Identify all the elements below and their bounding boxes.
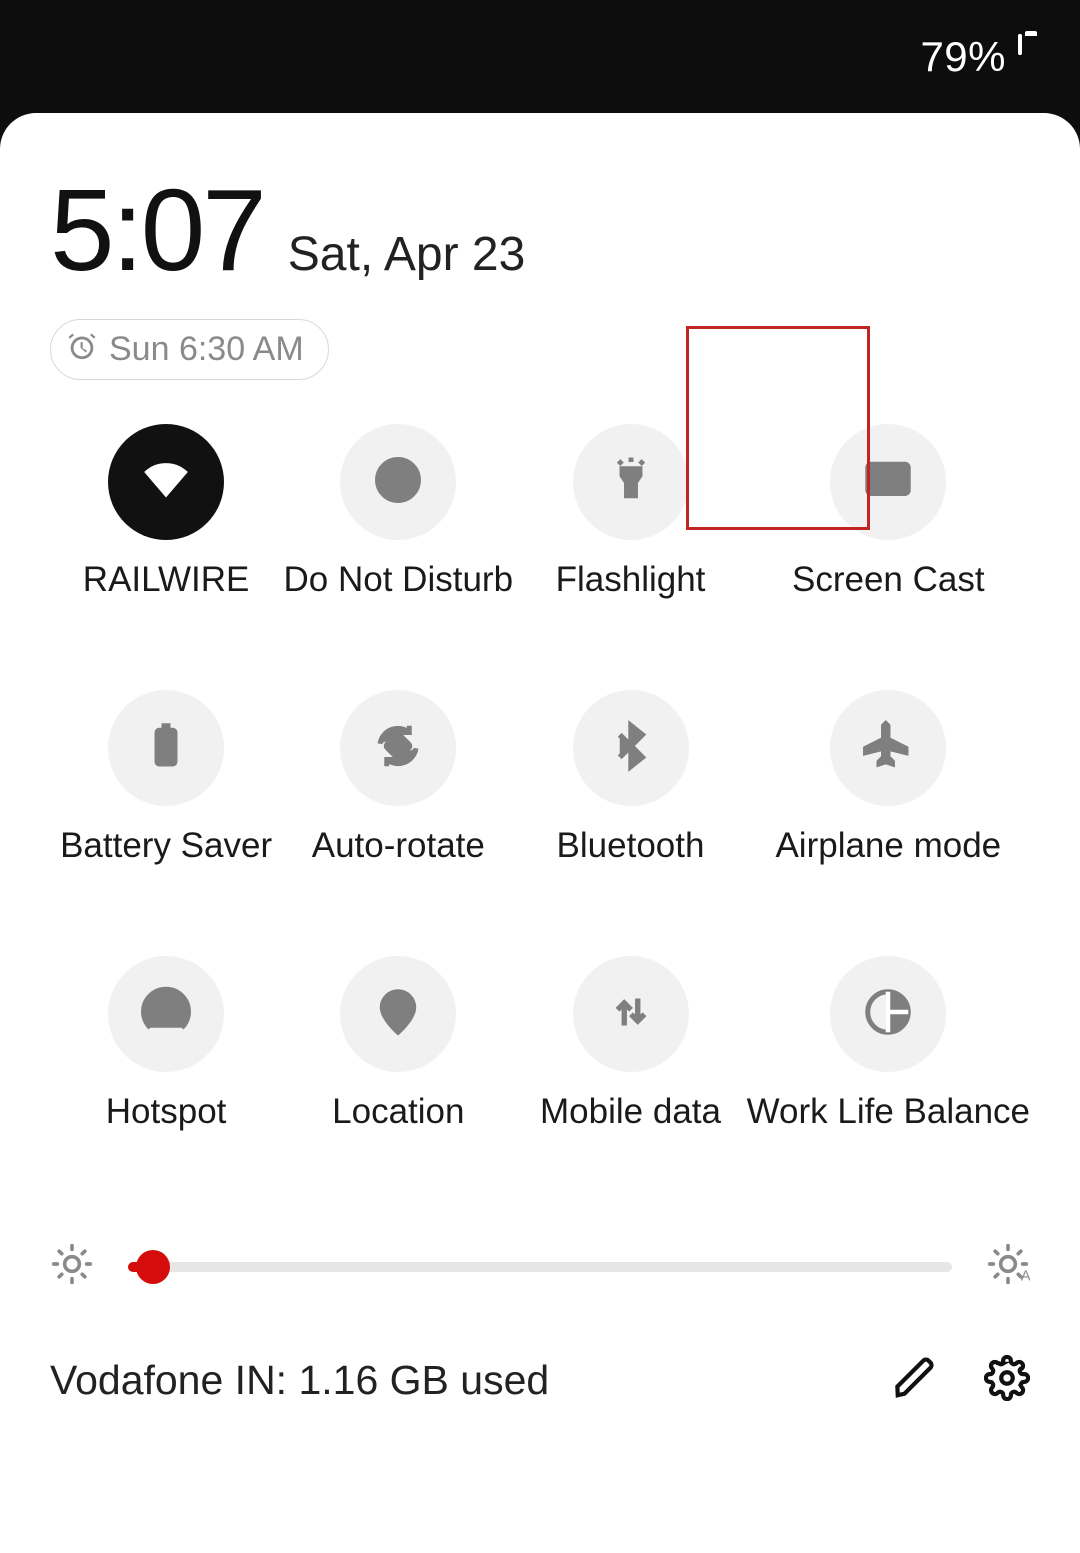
bottom-row: Vodafone IN: 1.16 GB used — [50, 1355, 1030, 1406]
tile-autorotate[interactable]: Auto-rotate — [282, 690, 514, 866]
bluetooth-icon — [604, 719, 658, 778]
airplane-icon — [861, 719, 915, 778]
tile-label: Auto-rotate — [312, 826, 485, 866]
brightness-row: A — [50, 1242, 1030, 1291]
dnd-icon — [371, 453, 425, 512]
battery-icon — [1018, 36, 1044, 78]
flashlight-icon — [604, 453, 658, 512]
tile-label: Location — [332, 1092, 464, 1132]
quick-settings-panel: 5:07 Sat, Apr 23 Sun 6:30 AM RAILWIRE Do… — [0, 113, 1080, 1553]
tile-airplane[interactable]: Airplane mode — [747, 690, 1030, 866]
quick-tiles-grid: RAILWIRE Do Not Disturb Flashlight Scree… — [50, 424, 1030, 1132]
status-bar: 79% — [0, 0, 1080, 113]
settings-icon[interactable] — [984, 1355, 1030, 1406]
tile-label: Bluetooth — [557, 826, 705, 866]
work-life-balance-icon — [861, 985, 915, 1044]
auto-rotate-icon — [371, 719, 425, 778]
data-usage-text[interactable]: Vodafone IN: 1.16 GB used — [50, 1357, 549, 1404]
tile-worklife[interactable]: Work Life Balance — [747, 956, 1030, 1132]
location-icon — [371, 985, 425, 1044]
tile-bluetooth[interactable]: Bluetooth — [514, 690, 746, 866]
brightness-low-icon — [50, 1242, 94, 1291]
mobile-data-icon — [604, 985, 658, 1044]
tile-label: Battery Saver — [60, 826, 272, 866]
tile-label: Flashlight — [556, 560, 706, 600]
battery-saver-icon — [139, 719, 193, 778]
date-text[interactable]: Sat, Apr 23 — [288, 227, 526, 282]
tile-label: RAILWIRE — [83, 560, 250, 600]
auto-brightness-icon[interactable]: A — [986, 1242, 1030, 1291]
brightness-thumb[interactable] — [136, 1250, 170, 1284]
tile-wifi[interactable]: RAILWIRE — [50, 424, 282, 600]
alarm-label: Sun 6:30 AM — [109, 330, 304, 369]
tile-location[interactable]: Location — [282, 956, 514, 1132]
tile-label: Screen Cast — [792, 560, 985, 600]
tile-dnd[interactable]: Do Not Disturb — [282, 424, 514, 600]
tile-flashlight[interactable]: Flashlight — [514, 424, 746, 600]
clock-row: 5:07 Sat, Apr 23 — [50, 163, 1030, 297]
alarm-clock-icon — [65, 328, 99, 371]
alarm-chip[interactable]: Sun 6:30 AM — [50, 319, 329, 380]
tile-mobiledata[interactable]: Mobile data — [514, 956, 746, 1132]
hotspot-icon — [139, 985, 193, 1044]
tile-hotspot[interactable]: Hotspot — [50, 956, 282, 1132]
tile-screencast[interactable]: Screen Cast — [747, 424, 1030, 600]
tile-batterysaver[interactable]: Battery Saver — [50, 690, 282, 866]
brightness-slider[interactable] — [128, 1250, 952, 1284]
cast-icon — [861, 453, 915, 512]
time-text[interactable]: 5:07 — [50, 163, 264, 297]
wifi-icon — [139, 453, 193, 512]
tile-label: Hotspot — [106, 1092, 227, 1132]
tile-label: Mobile data — [540, 1092, 721, 1132]
battery-percent: 79% — [920, 33, 1006, 81]
svg-text:A: A — [1021, 1269, 1030, 1285]
tile-label: Work Life Balance — [747, 1092, 1030, 1132]
tile-label: Do Not Disturb — [284, 560, 514, 600]
edit-tiles-icon[interactable] — [892, 1355, 938, 1406]
tile-label: Airplane mode — [775, 826, 1001, 866]
